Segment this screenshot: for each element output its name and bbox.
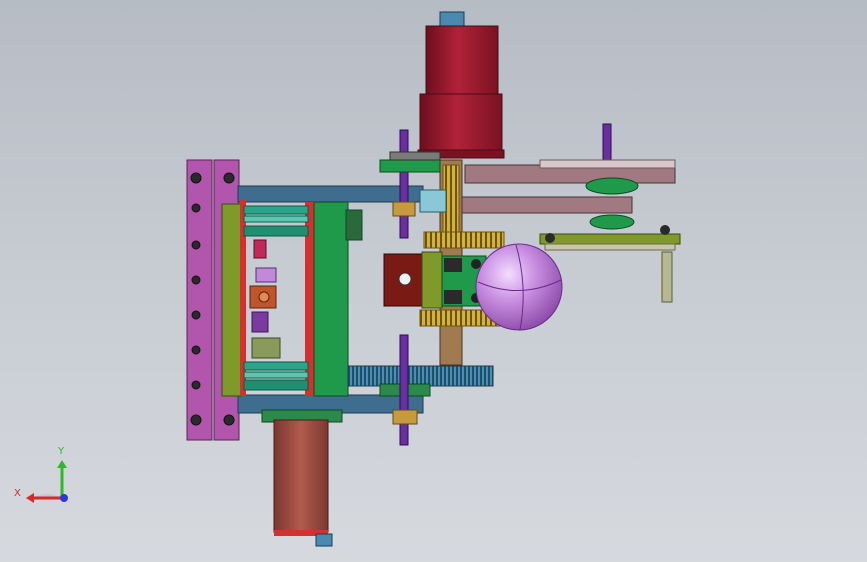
x-axis-label: X bbox=[14, 488, 21, 499]
cad-viewport[interactable]: X Y bbox=[0, 0, 867, 562]
y-axis-label: Y bbox=[57, 446, 65, 457]
y-axis-head bbox=[57, 460, 67, 468]
top-clamp bbox=[379, 151, 441, 173]
orientation-triad: X Y bbox=[14, 446, 68, 503]
sphere-workpiece[interactable] bbox=[475, 243, 563, 331]
inner-components bbox=[249, 239, 281, 359]
gripper-block[interactable] bbox=[383, 251, 487, 309]
horizontal-gear-rack[interactable] bbox=[347, 365, 494, 397]
bottom-motor[interactable] bbox=[261, 409, 343, 547]
belt-drive[interactable] bbox=[461, 159, 676, 230]
frame-top-bar[interactable] bbox=[237, 185, 424, 203]
top-motor[interactable] bbox=[417, 11, 505, 159]
z-axis-dot bbox=[60, 494, 68, 502]
assembly-model[interactable]: X Y bbox=[0, 0, 867, 562]
x-axis-head bbox=[26, 493, 34, 503]
